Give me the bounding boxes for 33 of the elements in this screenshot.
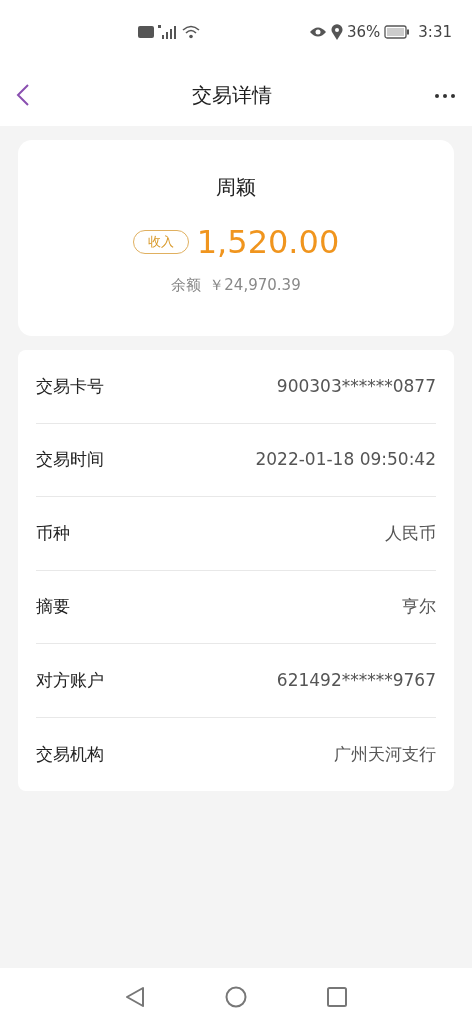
back-button[interactable] (16, 82, 30, 108)
detail-value: 621492******9767 (276, 668, 436, 692)
page-title: 交易详情 (191, 82, 273, 109)
battery-percent: 36% (346, 21, 381, 43)
balance-label: 余额 (171, 275, 202, 296)
detail-value: 2022-01-18 09:50:42 (255, 448, 436, 471)
payee-name: 周颖 (216, 174, 256, 201)
detail-label: 币种 (36, 521, 70, 545)
detail-label: 对方账户 (36, 668, 104, 692)
detail-value: 900303******0877 (276, 374, 436, 398)
detail-label: 交易时间 (36, 448, 104, 471)
clock-time: 3:31 (418, 21, 452, 43)
battery-icon (384, 25, 411, 39)
eye-icon (308, 26, 327, 38)
recents-button[interactable] (327, 984, 347, 1008)
signal-icon (158, 25, 178, 39)
back-nav-button[interactable] (125, 984, 145, 1008)
back-icon (16, 83, 30, 108)
detail-value: 广州天河支行 (334, 742, 436, 766)
back-nav-icon (125, 985, 145, 1008)
home-button[interactable] (225, 984, 247, 1008)
more-icon (434, 92, 456, 99)
detail-label: 交易机构 (36, 742, 104, 766)
detail-label: 交易卡号 (36, 374, 104, 398)
balance-value: ￥24,970.39 (209, 275, 301, 296)
recents-icon (327, 986, 347, 1007)
detail-value: 人民币 (385, 521, 436, 545)
amount: 1,520.00 (196, 222, 340, 263)
home-icon (225, 985, 247, 1008)
wifi-icon (182, 25, 200, 39)
location-icon (330, 24, 343, 40)
detail-value: 亨尔 (402, 595, 436, 618)
detail-label: 摘要 (36, 595, 70, 618)
